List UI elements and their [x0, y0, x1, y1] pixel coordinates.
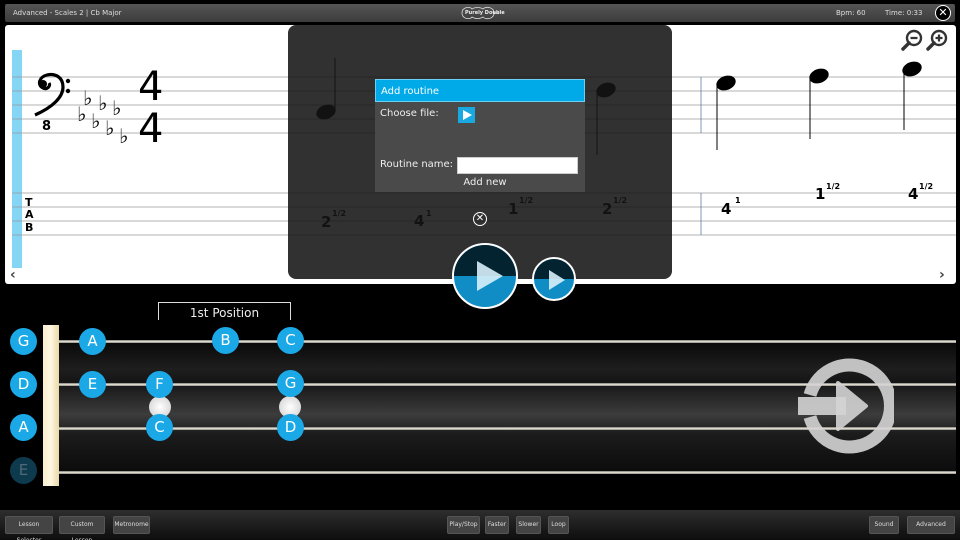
app-root: Advanced - Scales 2 | Cb Major Purely Do… [0, 0, 960, 540]
app-logo: Purely Double [458, 5, 505, 21]
loop-button[interactable]: Loop [548, 516, 569, 534]
metronome-button[interactable]: Metronome [113, 516, 150, 534]
routine-name-label: Routine name: [380, 159, 454, 170]
lesson-title: Advanced - Scales 2 | Cb Major [13, 9, 122, 17]
bpm-readout: Bpm: 60 [836, 9, 866, 17]
top-bar: Advanced - Scales 2 | Cb Major Purely Do… [5, 4, 955, 22]
time-signature-bottom: 4 [138, 106, 163, 152]
close-dialog-button[interactable]: ✕ [473, 212, 487, 226]
key-signature-flats: ♭ ♭ ♭ ♭ ♭ ♭ ♭ [77, 86, 128, 148]
slower-button[interactable]: Slower [516, 516, 541, 534]
choose-file-button[interactable] [458, 107, 475, 123]
faster-button[interactable]: Faster [485, 516, 509, 534]
string-g [44, 340, 956, 343]
zoom-out-button[interactable] [901, 29, 923, 51]
tab-label: T A B [25, 196, 34, 234]
svg-text:B: B [25, 221, 33, 234]
svg-text:♭: ♭ [91, 109, 100, 133]
play-slow-button[interactable] [532, 257, 576, 301]
note-6 [809, 68, 829, 139]
add-routine-dialog: Add routine Choose file: Routine name: A… [375, 79, 585, 192]
zoom-out-icon [901, 29, 923, 51]
svg-text:1/2: 1/2 [919, 182, 933, 191]
fret-note[interactable]: B [212, 327, 239, 354]
svg-text:4: 4 [721, 200, 731, 218]
svg-text:♭: ♭ [105, 116, 114, 140]
fret-note[interactable]: D [277, 414, 304, 441]
svg-text:♭: ♭ [119, 124, 128, 148]
dialog-title: Add routine [375, 79, 585, 102]
play-button[interactable] [452, 243, 518, 309]
circle-arrow-right-icon [798, 358, 897, 454]
close-app-button[interactable]: ✕ [935, 5, 951, 21]
zoom-in-button[interactable] [926, 29, 948, 51]
scroll-left-button[interactable]: ‹ [10, 267, 16, 283]
svg-text:♭: ♭ [77, 102, 86, 126]
open-string-e[interactable]: E [10, 457, 37, 484]
custom-lesson-button[interactable]: Custom Lesson [59, 516, 105, 540]
svg-text:8: 8 [42, 119, 51, 134]
svg-text:1/2: 1/2 [826, 182, 840, 191]
svg-text:4: 4 [908, 185, 918, 203]
svg-text:1: 1 [815, 185, 825, 203]
tab-number-6: 1 1/2 [815, 182, 840, 203]
fret-note[interactable]: E [79, 371, 106, 398]
fret-note[interactable]: F [146, 371, 173, 398]
sound-button[interactable]: Sound [869, 516, 899, 534]
add-new-button[interactable]: Add new [375, 177, 595, 188]
routine-name-input[interactable] [457, 157, 578, 174]
fret-note[interactable]: A [79, 328, 106, 355]
nut [43, 325, 59, 486]
logo-text: Purely Double [465, 10, 505, 16]
open-string-g[interactable]: G [10, 328, 37, 355]
choose-file-label: Choose file: [380, 108, 439, 119]
play-stop-button[interactable]: Play/Stop [447, 516, 480, 534]
svg-text:A: A [25, 208, 34, 221]
svg-text:1: 1 [735, 196, 741, 205]
scroll-right-button[interactable]: › [939, 267, 945, 283]
next-lesson-button[interactable] [796, 357, 897, 455]
fret-note[interactable]: C [146, 414, 173, 441]
fret-note[interactable]: G [277, 370, 304, 397]
time-readout: Time: 0:33 [885, 9, 923, 17]
zoom-in-icon [926, 29, 948, 51]
open-string-a[interactable]: A [10, 414, 37, 441]
note-5 [716, 75, 736, 150]
lesson-selector-button[interactable]: Lesson Selector [5, 516, 53, 540]
fret-note[interactable]: C [277, 327, 304, 354]
tab-number-7: 4 1/2 [908, 182, 933, 203]
advanced-button[interactable]: Advanced [907, 516, 955, 534]
string-e [44, 471, 956, 474]
bass-clef-icon: 8 [34, 72, 71, 134]
time-signature-top: 4 [138, 64, 163, 110]
open-string-d[interactable]: D [10, 371, 37, 398]
position-label: 1st Position [189, 306, 260, 320]
